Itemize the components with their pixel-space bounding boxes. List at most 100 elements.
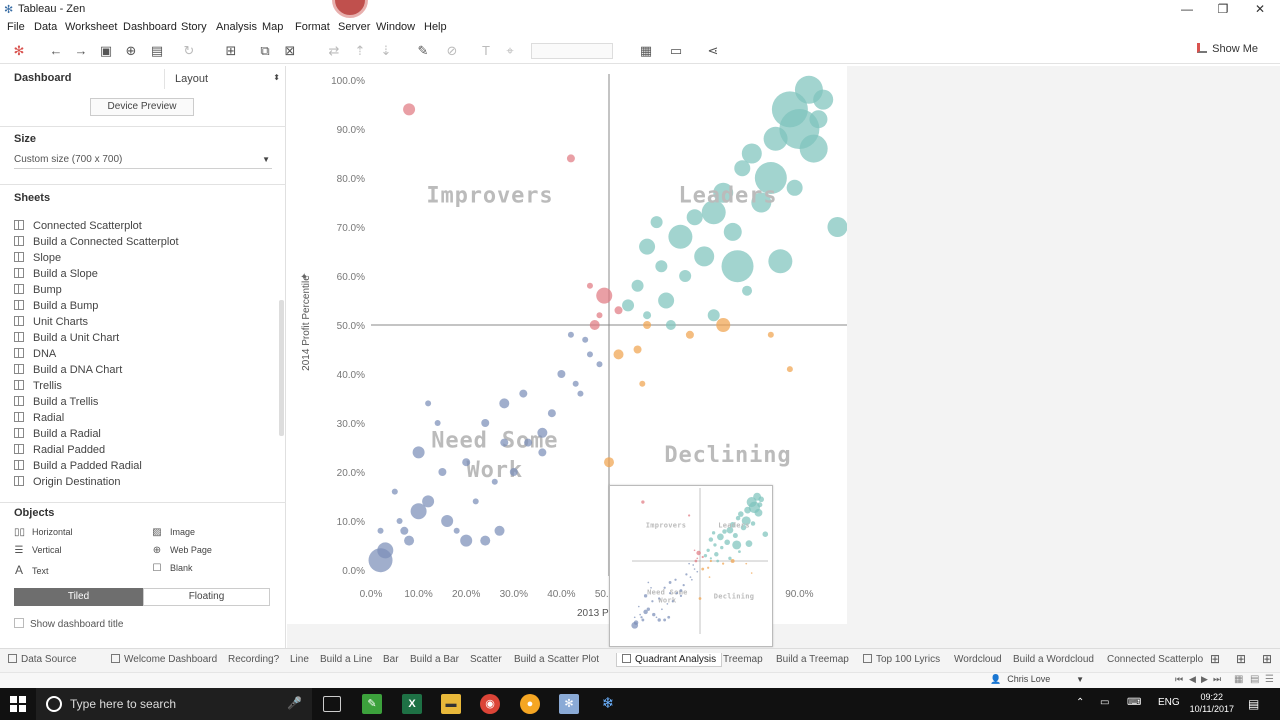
new-worksheet-tab-icon[interactable]: ⊞: [1236, 652, 1246, 666]
sheet-item[interactable]: Build a Bump: [14, 298, 276, 314]
restore-button[interactable]: ❐: [1205, 0, 1241, 18]
next-page-icon[interactable]: ▶: [1201, 674, 1208, 685]
sheet-item[interactable]: Build a DNA Chart: [14, 362, 276, 378]
task-view-icon[interactable]: [323, 696, 341, 712]
menu-story[interactable]: Story: [181, 21, 207, 33]
taskbar-search-box[interactable]: Type here to search 🎤: [36, 688, 312, 720]
fit-select[interactable]: [531, 43, 613, 59]
presentation-icon[interactable]: ▭: [667, 42, 685, 60]
language-indicator[interactable]: ENG: [1158, 697, 1180, 708]
close-button[interactable]: ✕: [1242, 0, 1278, 18]
object-vertical[interactable]: ☰ Vertical: [14, 545, 62, 556]
sheet-item[interactable]: Origin Destination: [14, 474, 276, 490]
menu-window[interactable]: Window: [376, 21, 415, 33]
sheet-tab[interactable]: Wordcloud: [954, 654, 1002, 665]
floating-button[interactable]: Floating: [143, 588, 270, 606]
menu-worksheet[interactable]: Worksheet: [65, 21, 117, 33]
tableau-reader-icon[interactable]: ❄: [598, 694, 618, 714]
menu-data[interactable]: Data: [34, 21, 57, 33]
sheet-tab[interactable]: Scatter: [470, 654, 502, 665]
sheet-tab[interactable]: Recording?: [228, 654, 279, 665]
sheet-item[interactable]: Build a Connected Scatterplot: [14, 234, 276, 250]
sheet-tab[interactable]: Build a Scatter Plot: [514, 654, 599, 665]
sheets-scrollbar[interactable]: [279, 300, 284, 436]
chrome-icon[interactable]: ◉: [480, 694, 500, 714]
system-clock[interactable]: 09:22 10/11/2017: [1190, 691, 1234, 715]
tableau-home-icon[interactable]: ✻: [10, 42, 28, 60]
pin-icon[interactable]: ⌖: [501, 42, 519, 60]
menu-server[interactable]: Server: [338, 21, 370, 33]
menu-file[interactable]: File: [7, 21, 25, 33]
sheet-tab[interactable]: Treemap: [723, 654, 763, 665]
new-data-source-icon[interactable]: ⊕: [122, 42, 140, 60]
excel-icon[interactable]: X: [402, 694, 422, 714]
highlight-icon[interactable]: ✎: [414, 42, 432, 60]
refresh-icon[interactable]: ↻: [180, 42, 198, 60]
menu-help[interactable]: Help: [424, 21, 447, 33]
sheet-item[interactable]: Radial: [14, 410, 276, 426]
first-page-icon[interactable]: ⏮: [1175, 674, 1183, 685]
sheet-item[interactable]: DNA: [14, 346, 276, 362]
minimize-button[interactable]: —: [1169, 0, 1205, 18]
tray-chevron-up-icon[interactable]: ⌃: [1076, 697, 1084, 708]
layout-tab[interactable]: Layout ⬍: [164, 69, 286, 89]
grid-view-icon[interactable]: ▦: [1234, 674, 1243, 685]
notepad-plus-icon[interactable]: ✎: [362, 694, 382, 714]
sheet-item[interactable]: Build a Padded Radial: [14, 458, 276, 474]
sheet-tab[interactable]: Build a Bar: [410, 654, 459, 665]
object-image[interactable]: ▨ Image: [152, 527, 195, 538]
sheet-tab[interactable]: Connected Scatterplo: [1107, 654, 1203, 665]
file-explorer-icon[interactable]: ▬: [441, 694, 461, 714]
new-data-source-tab-icon[interactable]: ⊞: [1210, 652, 1220, 666]
menu-format[interactable]: Format: [295, 21, 330, 33]
prev-page-icon[interactable]: ◀: [1189, 674, 1196, 685]
show-dashboard-title-checkbox[interactable]: Show dashboard title: [14, 618, 123, 630]
dashboard-tab[interactable]: Dashboard: [14, 72, 71, 84]
sheet-item[interactable]: Slope: [14, 250, 276, 266]
tiled-button[interactable]: Tiled: [14, 588, 143, 606]
object-blank[interactable]: ☐ Blank: [152, 563, 193, 574]
sheet-item[interactable]: Radial Padded: [14, 442, 276, 458]
windows-start-icon[interactable]: [10, 696, 26, 712]
new-dashboard-tab-icon[interactable]: ⊞: [1262, 652, 1272, 666]
clear-sheet-icon[interactable]: ⊠: [281, 42, 299, 60]
object-web-page[interactable]: ⊕ Web Page: [152, 545, 212, 556]
pause-updates-icon[interactable]: ▤: [148, 42, 166, 60]
list-view-icon[interactable]: ☰: [1265, 674, 1274, 685]
sheet-tab[interactable]: Top 100 Lyrics: [863, 654, 940, 665]
show-cards-icon[interactable]: ▦: [637, 42, 655, 60]
sheet-item[interactable]: Build a Slope: [14, 266, 276, 282]
undo-icon[interactable]: ←: [47, 42, 65, 60]
sheet-item[interactable]: Connected Scatterplot: [14, 218, 276, 234]
sheet-item[interactable]: Build a Trellis: [14, 394, 276, 410]
share-icon[interactable]: ⋖: [704, 42, 722, 60]
user-select[interactable]: 👤 Chris Love ▼: [990, 674, 1086, 688]
sheet-item[interactable]: Trellis: [14, 378, 276, 394]
label-icon[interactable]: T: [477, 42, 495, 60]
filmstrip-view-icon[interactable]: ▤: [1250, 674, 1259, 685]
menu-analysis[interactable]: Analysis: [216, 21, 257, 33]
sheet-tab[interactable]: Build a Wordcloud: [1013, 654, 1094, 665]
object-text[interactable]: A Text: [14, 563, 49, 577]
sheet-item[interactable]: Bump: [14, 282, 276, 298]
tableau-taskbar-icon[interactable]: ✻: [559, 694, 579, 714]
group-icon[interactable]: ⊘: [443, 42, 461, 60]
sheet-tab[interactable]: Line: [290, 654, 309, 665]
sheet-tab[interactable]: Build a Line: [320, 654, 372, 665]
sheet-tab[interactable]: Welcome Dashboard: [111, 654, 217, 665]
sheet-tab[interactable]: Bar: [383, 654, 399, 665]
sheet-tab[interactable]: Build a Treemap: [776, 654, 849, 665]
object-horizontal[interactable]: ▯▯ Horizontal: [14, 527, 73, 538]
redo-icon[interactable]: →: [72, 42, 90, 60]
menu-dashboard[interactable]: Dashboard: [123, 21, 177, 33]
duplicate-sheet-icon[interactable]: ⧉: [256, 42, 274, 60]
sheet-item[interactable]: Unit Charts: [14, 314, 276, 330]
menu-map[interactable]: Map: [262, 21, 283, 33]
show-me-button[interactable]: Show Me: [1197, 43, 1258, 55]
new-worksheet-icon[interactable]: ⊞: [222, 42, 240, 60]
sheet-item[interactable]: Build a Unit Chart: [14, 330, 276, 346]
app-icon[interactable]: ●: [520, 694, 540, 714]
sheet-tab[interactable]: Quadrant Analysis: [616, 653, 723, 667]
last-page-icon[interactable]: ⏭: [1213, 674, 1221, 685]
sheet-item[interactable]: Build a Radial: [14, 426, 276, 442]
